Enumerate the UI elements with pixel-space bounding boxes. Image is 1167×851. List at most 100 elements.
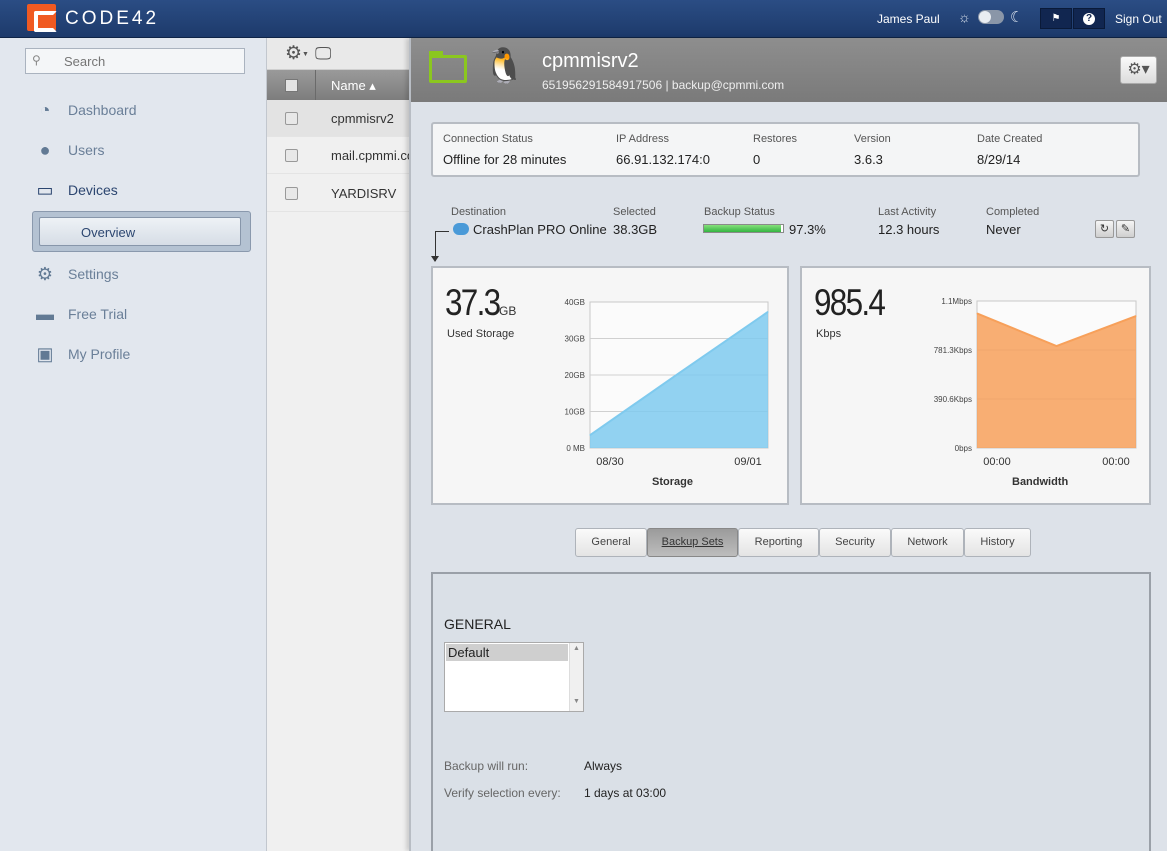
user-icon: ● <box>39 140 51 160</box>
search-input[interactable] <box>64 53 234 69</box>
ip-address: 66.91.132.174:0 <box>616 152 710 167</box>
backup-schedule-label: Backup will run: <box>444 759 529 773</box>
bandwidth-card: 985.4 Kbps 1.1Mbps 781.3Kbps 390.6Kbps 0bps… <box>800 266 1151 505</box>
sidebar-item-overview[interactable]: Overview <box>32 211 251 252</box>
dest-header: Backup Status <box>704 206 775 218</box>
scroll-up-icon[interactable]: ▲ <box>573 645 580 652</box>
device-name: mail.cpmmi.com <box>331 148 410 163</box>
sidebar-item-dashboard[interactable]: ◔ Dashboard <box>30 97 250 123</box>
device-list: ⚙ ▼ 🖵 Name ▴ cpmmisrv2 mail.cpmmi.com YA… <box>266 38 410 851</box>
list-scrollbar[interactable]: ▲ ▼ <box>569 643 583 711</box>
folder-icon <box>429 51 467 83</box>
verify-label: Verify selection every: <box>444 786 561 800</box>
data-point <box>1135 315 1137 317</box>
x-tick-label: 08/30 <box>596 456 624 468</box>
last-activity: 12.3 hours <box>878 222 940 237</box>
tools-button[interactable]: ✎ <box>1116 220 1135 238</box>
device-name: cpmmisrv2 <box>331 111 394 126</box>
row-checkbox[interactable] <box>285 187 298 200</box>
backup-percent: 97.3% <box>789 222 826 237</box>
storage-card: 37.3 GB Used Storage 40GB 30GB 20GB 10GB 0 M… <box>431 266 789 505</box>
backup-set-item[interactable]: Default <box>446 644 568 661</box>
card-icon: ▬ <box>36 304 54 324</box>
x-tick-label: 09/01 <box>734 456 762 468</box>
wrench-icon: ✎ <box>1120 223 1131 235</box>
row-checkbox[interactable] <box>285 149 298 162</box>
tab-security[interactable]: Security <box>819 528 891 557</box>
refresh-button[interactable]: ↻ <box>1095 220 1114 238</box>
username-link[interactable]: James Paul <box>877 12 940 26</box>
y-tick-label: 1.1Mbps <box>941 297 972 306</box>
info-header: IP Address <box>616 133 669 145</box>
select-all-checkbox[interactable] <box>285 79 298 92</box>
gear-icon: ⚙▾ <box>1127 61 1150 78</box>
tab-reporting[interactable]: Reporting <box>738 528 819 557</box>
device-header: 🐧 cpmmisrv2 651956291584917506 | backup@… <box>411 38 1167 102</box>
info-header: Version <box>854 133 891 145</box>
dest-header: Destination <box>451 206 507 218</box>
name-column-header[interactable]: Name ▴ <box>331 78 376 94</box>
backup-sets-panel: GENERAL Default ▲ ▼ Backup will run: Alw… <box>431 572 1151 851</box>
sidebar-item-label: Free Trial <box>68 306 128 322</box>
storage-chart: 40GB 30GB 20GB 10GB 0 MB 08/30 09/01 <box>565 298 769 468</box>
device-name: YARDISRV <box>331 186 397 201</box>
sidebar-item-devices[interactable]: ▭ Devices <box>30 177 250 203</box>
backup-progress-fill <box>704 225 781 232</box>
info-header: Date Created <box>977 133 1043 145</box>
settings-gear-icon[interactable]: ⚙ <box>285 42 302 65</box>
sun-icon[interactable]: ☼ <box>958 9 971 25</box>
destination-name[interactable]: CrashPlan PRO Online <box>473 222 607 237</box>
device-settings-button[interactable]: ⚙▾ <box>1120 56 1157 84</box>
data-point <box>976 312 978 314</box>
sidebar-item-free-trial[interactable]: ▬ Free Trial <box>30 301 250 327</box>
y-tick-label: 0bps <box>955 444 972 453</box>
device-info-card: Connection Status IP Address Restores Ve… <box>431 122 1140 177</box>
scroll-down-icon[interactable]: ▼ <box>573 698 580 705</box>
search-box[interactable]: ⚲ <box>25 48 245 74</box>
tab-general[interactable]: General <box>575 528 647 557</box>
brand-name: CODE42 <box>65 8 160 29</box>
help-button[interactable]: ? <box>1073 8 1105 29</box>
search-icon: ⚲ <box>32 53 41 67</box>
sign-out-link[interactable]: Sign Out <box>1115 12 1162 26</box>
info-header: Restores <box>753 133 798 145</box>
monitor-icon: ▭ <box>36 180 54 200</box>
y-tick-label: 390.6Kbps <box>934 395 972 404</box>
sidebar-item-my-profile[interactable]: ▣ My Profile <box>30 341 250 367</box>
device-name-title: cpmmisrv2 <box>542 50 639 72</box>
tab-history[interactable]: History <box>964 528 1031 557</box>
data-point <box>1056 345 1057 347</box>
backup-set-list[interactable]: Default ▲ ▼ <box>444 642 584 712</box>
tab-backup-sets[interactable]: Backup Sets <box>647 528 738 557</box>
dashboard-icon: ◔ <box>39 100 51 120</box>
device-list-toolbar: ⚙ ▼ 🖵 <box>267 38 410 70</box>
gears-icon: ⚙ <box>36 264 54 284</box>
theme-toggle[interactable] <box>978 10 1004 24</box>
y-tick-label: 40GB <box>565 298 585 307</box>
x-tick-label: 00:00 <box>1102 456 1130 468</box>
device-row[interactable]: cpmmisrv2 <box>267 100 410 137</box>
date-created: 8/29/14 <box>977 152 1021 167</box>
code42-logo-icon[interactable] <box>27 4 57 32</box>
moon-icon[interactable]: ☾ <box>1010 8 1023 26</box>
device-list-header: Name ▴ <box>267 70 410 100</box>
cloud-icon <box>453 223 469 235</box>
device-detail: 🐧 cpmmisrv2 651956291584917506 | backup@… <box>409 38 1167 851</box>
verify-value: 1 days at 03:00 <box>584 786 667 800</box>
sidebar-item-users[interactable]: ● Users <box>30 137 250 163</box>
data-point <box>678 372 680 374</box>
sidebar: ⚲ ◔ Dashboard ● Users ▭ Devices Overview… <box>0 38 266 851</box>
sidebar-item-settings[interactable]: ⚙ Settings <box>30 261 250 287</box>
tab-network[interactable]: Network <box>891 528 964 557</box>
row-checkbox[interactable] <box>285 112 298 125</box>
y-tick-label: 781.3Kbps <box>934 346 972 355</box>
device-row[interactable]: mail.cpmmi.com <box>267 137 410 174</box>
completed-status: Never <box>986 222 1021 237</box>
selected-size: 38.3GB <box>613 222 658 237</box>
device-row[interactable]: YARDISRV <box>267 175 410 212</box>
sidebar-item-label: Settings <box>68 266 119 282</box>
refresh-icon: ↻ <box>1099 223 1110 235</box>
add-device-icon[interactable]: 🖵 <box>315 44 331 64</box>
flag-button[interactable]: ⚑ <box>1040 8 1072 29</box>
y-tick-label: 20GB <box>565 371 585 380</box>
